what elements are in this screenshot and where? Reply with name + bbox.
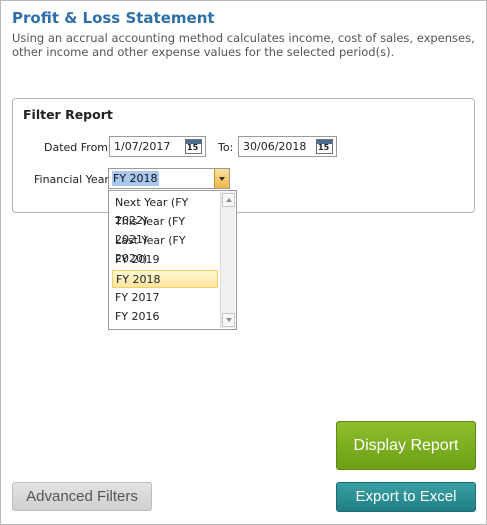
export-to-excel-button[interactable]: Export to Excel [336, 482, 476, 512]
dropdown-option[interactable]: This Year (FY 2021) [112, 213, 218, 246]
financial-year-value: FY 2018 [112, 171, 159, 186]
page-description: Using an accrual accounting method calcu… [12, 31, 475, 59]
scroll-down-button[interactable] [222, 313, 235, 327]
dropdown-option[interactable]: Next Year (FY 2022) [112, 194, 218, 227]
dated-from-value: 1/07/2017 [114, 140, 171, 153]
scroll-up-button[interactable] [222, 193, 235, 207]
chevron-down-icon [226, 318, 232, 322]
to-date-input[interactable]: 30/06/2018 15 [238, 136, 337, 157]
page-title: Profit & Loss Statement [12, 9, 215, 27]
financial-year-label: Financial Year: [34, 173, 113, 186]
calendar-icon[interactable]: 15 [316, 139, 333, 154]
chevron-up-icon [226, 198, 232, 202]
to-date-value: 30/06/2018 [243, 140, 307, 153]
display-report-button[interactable]: Display Report [336, 421, 476, 470]
dropdown-option[interactable]: FY 2019 [112, 251, 218, 269]
dropdown-option[interactable]: FY 2017 [112, 289, 218, 307]
advanced-filters-button[interactable]: Advanced Filters [12, 482, 152, 511]
dropdown-option[interactable]: FY 2016 [112, 308, 218, 326]
filter-report-title: Filter Report [23, 107, 113, 122]
dropdown-toggle-button[interactable] [214, 169, 229, 188]
dated-from-input[interactable]: 1/07/2017 15 [109, 136, 206, 157]
dropdown-scrollbar[interactable] [220, 192, 235, 328]
to-label: To: [218, 141, 234, 154]
calendar-icon[interactable]: 15 [185, 139, 202, 154]
dated-from-label: Dated From: [44, 141, 112, 154]
chevron-down-icon [219, 177, 225, 181]
dropdown-option-selected[interactable]: FY 2018 [112, 270, 218, 288]
financial-year-dropdown-list: Next Year (FY 2022) This Year (FY 2021) … [108, 190, 237, 330]
dropdown-option[interactable]: Last Year (FY 2020) [112, 232, 218, 265]
financial-year-select[interactable]: FY 2018 [108, 168, 230, 189]
